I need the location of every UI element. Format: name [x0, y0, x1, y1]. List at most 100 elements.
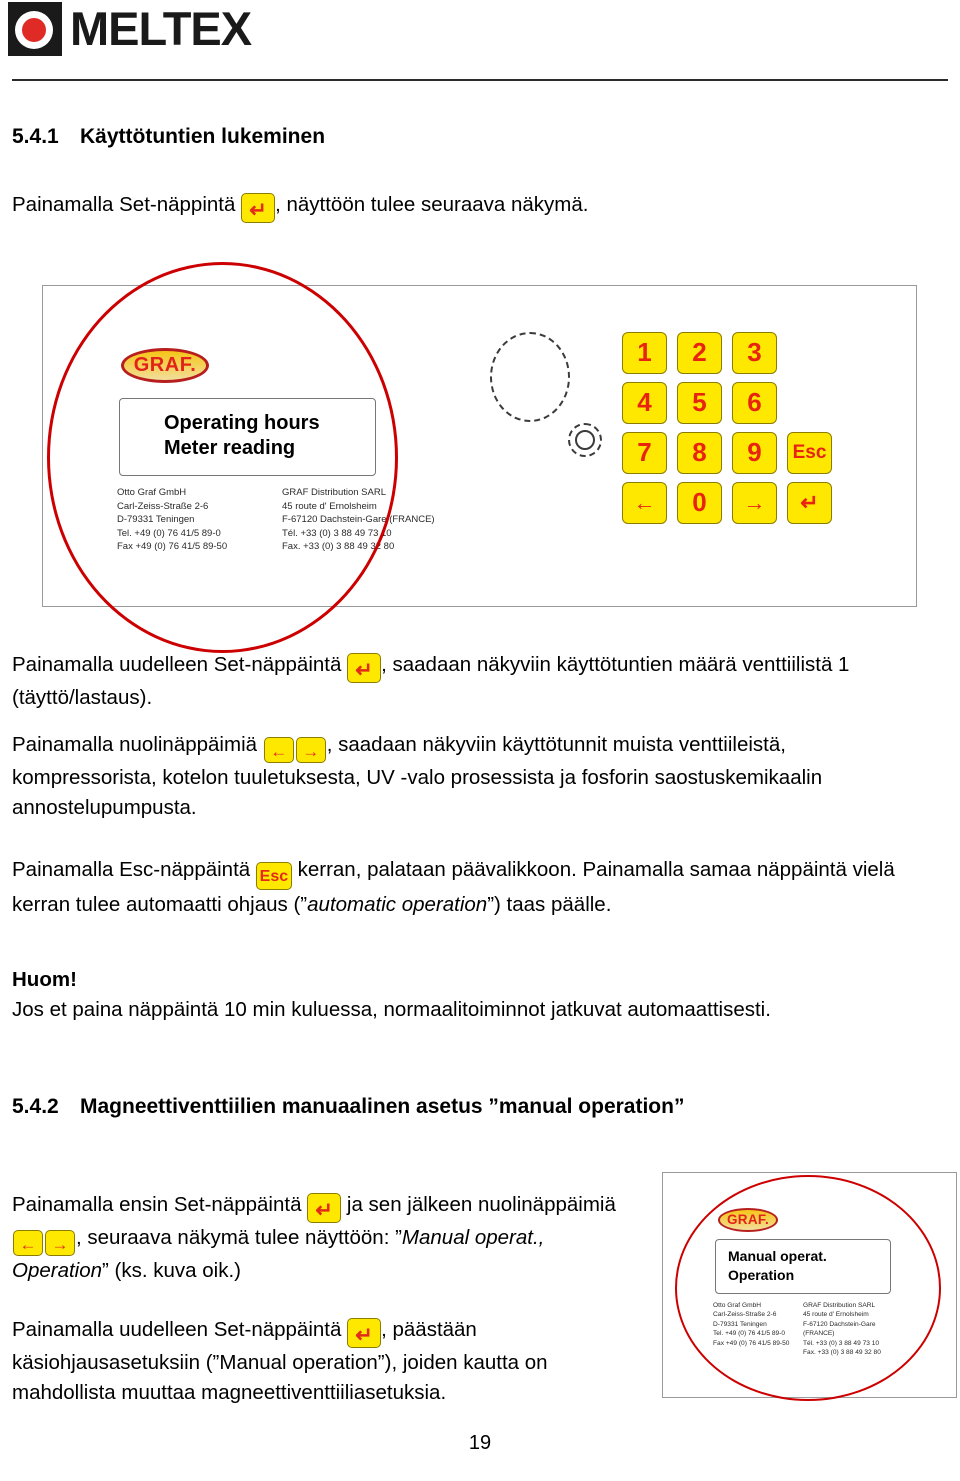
keypad-key-right-arrow[interactable]: →	[732, 482, 777, 524]
manual2-text-before: Painamalla uudelleen Set-näppäintä	[12, 1318, 342, 1341]
address-line: F-67120 Dachstein-Gare (FRANCE)	[282, 514, 435, 526]
keypad-key-7[interactable]: 7	[622, 432, 667, 474]
address-column-right-top: GRAF Distribution SARL 45 route d' Ernol…	[282, 486, 447, 554]
manual1-text-mid: ja sen jälkeen nuolinäppäimiä	[346, 1193, 616, 1216]
note-block: Huom! Jos et paina näppäintä 10 min kulu…	[12, 965, 912, 1025]
manual1-text-before: Painamalla ensin Set-näppäintä	[12, 1193, 302, 1216]
section-number-542: 5.4.2	[12, 1095, 59, 1118]
indicator-led-icon	[575, 430, 595, 450]
keypad-key-8[interactable]: 8	[677, 432, 722, 474]
address-line: Otto Graf GmbH	[713, 1302, 761, 1309]
address-column-left-top: Otto Graf GmbH Carl-Zeiss-Straße 2-6 D-7…	[117, 486, 282, 554]
paragraph-manual-step2: Painamalla uudelleen Set-näppäintä ↵, pä…	[12, 1315, 632, 1408]
display-line-1-bottom: Manual operat.	[728, 1248, 827, 1264]
intro-text-after: , näyttöön tulee seuraava näkymä.	[275, 193, 589, 216]
keypad-row: 7 8 9 Esc	[622, 432, 852, 474]
address-line: F-67120 Dachstein-Gare (FRANCE)	[803, 1320, 876, 1338]
address-line: Tel. +49 (0) 76 41/5 89-0	[117, 527, 221, 539]
address-line: D-79331 Teningen	[713, 1320, 767, 1328]
page-number: 19	[468, 1432, 492, 1454]
left-arrow-key-icon: ←	[263, 737, 294, 763]
brand-wordmark: MELTEX	[70, 2, 252, 55]
note-title: Huom!	[12, 968, 77, 991]
keypad-row: 1 2 3	[622, 332, 852, 374]
keypad-key-6[interactable]: 6	[732, 382, 777, 424]
device-display-bottom: Manual operat. Operation	[715, 1239, 891, 1294]
again-text-before: Painamalla uudelleen Set-näppäintä	[12, 653, 342, 676]
address-line: Tél. +33 (0) 3 88 49 73 10	[803, 1339, 880, 1347]
section-title-541: Käyttötuntien lukeminen	[80, 125, 326, 148]
address-line: 45 route d' Ernolsheim	[803, 1311, 869, 1319]
display-line-2-top: Meter reading	[164, 437, 296, 459]
address-line: D-79331 Teningen	[117, 514, 195, 526]
keypad-key-2[interactable]: 2	[677, 332, 722, 374]
set-key-icon: ↵	[347, 653, 382, 683]
paragraph-manual-step1: Painamalla ensin Set-näppäintä ↵ ja sen …	[12, 1190, 632, 1286]
esc-text-italic: automatic operation	[307, 893, 488, 916]
address-line: Carl-Zeiss-Straße 2-6	[117, 500, 209, 512]
arrows-text-before: Painamalla nuolinäppäimiä	[12, 733, 258, 756]
note-text: Jos et paina näppäintä 10 min kuluessa, …	[12, 998, 771, 1021]
graf-logo-icon-top: GRAF.	[121, 348, 209, 383]
keypad-key-9[interactable]: 9	[732, 432, 777, 474]
device-keypad: 1 2 3 4 5 6 7 8 9 Esc ← 0 → ↵	[622, 332, 852, 532]
meltex-logo: MELTEX	[8, 2, 252, 56]
address-line: GRAF Distribution SARL	[803, 1302, 876, 1309]
keypad-key-3[interactable]: 3	[732, 332, 777, 374]
right-arrow-key-icon: →	[45, 1230, 75, 1256]
address-column-right-bottom: GRAF Distribution SARL 45 route d' Ernol…	[803, 1301, 893, 1357]
section-title-542: Magneettiventtiilien manuaalinen asetus …	[80, 1095, 685, 1118]
esc-key-icon: Esc	[255, 862, 292, 890]
keypad-row: 4 5 6	[622, 382, 852, 424]
address-column-left-bottom: Otto Graf GmbH Carl-Zeiss-Straße 2-6 D-7…	[713, 1301, 803, 1357]
section-heading-541: 5.4.1 Käyttötuntien lukeminen	[12, 125, 912, 149]
keypad-key-left-arrow[interactable]: ←	[622, 482, 667, 524]
keypad-key-esc[interactable]: Esc	[787, 432, 832, 474]
logo-dot	[22, 18, 46, 42]
header-divider	[12, 79, 948, 81]
esc-text-after: ”) taas päälle.	[487, 893, 612, 916]
set-key-icon: ↵	[241, 193, 276, 223]
device-panel-figure-bottom: GRAF. Manual operat. Operation Otto Graf…	[662, 1172, 957, 1398]
paragraph-press-set-again: Painamalla uudelleen Set-näppäintä ↵, sa…	[12, 650, 912, 713]
device-address-block-top: Otto Graf GmbH Carl-Zeiss-Straße 2-6 D-7…	[117, 486, 447, 554]
keypad-key-4[interactable]: 4	[622, 382, 667, 424]
address-line: 45 route d' Ernolsheim	[282, 500, 377, 512]
address-line: Fax. +33 (0) 3 88 49 32 80	[282, 541, 395, 553]
manual1-quote-close: ”	[102, 1259, 109, 1282]
esc-text-before: Painamalla Esc-näppäintä	[12, 858, 251, 881]
address-line: Fax. +33 (0) 3 88 49 32 80	[803, 1349, 881, 1357]
address-line: Otto Graf GmbH	[117, 487, 187, 498]
device-address-block-bottom: Otto Graf GmbH Carl-Zeiss-Straße 2-6 D-7…	[713, 1301, 893, 1357]
set-key-icon: ↵	[307, 1193, 342, 1223]
set-key-icon: ↵	[347, 1318, 382, 1348]
manual1-quote-open: ”	[395, 1226, 402, 1249]
keypad-row: ← 0 → ↵	[622, 482, 852, 524]
paragraph-arrow-keys: Painamalla nuolinäppäimiä ← →, saadaan nä…	[12, 730, 912, 823]
address-line: Carl-Zeiss-Straße 2-6	[713, 1311, 777, 1319]
display-line-2-bottom: Operation	[728, 1267, 795, 1283]
manual1-text-after: , seuraava näkymä tulee näyttöön:	[76, 1226, 390, 1249]
paragraph-intro: Painamalla Set-näppintä ↵, näyttöön tule…	[12, 190, 912, 223]
address-line: GRAF Distribution SARL	[282, 487, 387, 498]
section-number-541: 5.4.1	[12, 125, 59, 148]
display-line-1-top: Operating hours	[164, 412, 320, 434]
dashed-circle-large-icon	[490, 332, 570, 422]
page-header: MELTEX	[0, 0, 960, 92]
keypad-key-enter[interactable]: ↵	[787, 482, 832, 524]
left-arrow-key-icon: ←	[13, 1230, 43, 1256]
keypad-key-1[interactable]: 1	[622, 332, 667, 374]
address-line: Tél. +33 (0) 3 88 49 73 10	[282, 527, 392, 539]
address-line: Fax +49 (0) 76 41/5 89-50	[117, 541, 228, 553]
device-display-top: Operating hours Meter reading	[119, 398, 376, 476]
intro-text-before: Painamalla Set-näppintä	[12, 193, 236, 216]
keypad-key-0[interactable]: 0	[677, 482, 722, 524]
graf-logo-icon-bottom: GRAF.	[718, 1208, 778, 1232]
section-heading-542: 5.4.2 Magneettiventtiilien manuaalinen as…	[12, 1095, 912, 1119]
meltex-logo-icon	[8, 2, 62, 56]
keypad-key-5[interactable]: 5	[677, 382, 722, 424]
manual1-text-tail: (ks. kuva oik.)	[108, 1259, 241, 1282]
paragraph-esc-key: Painamalla Esc-näppäintä Esc kerran, pal…	[12, 855, 912, 920]
address-line: Tel. +49 (0) 76 41/5 89-0	[713, 1330, 786, 1338]
right-arrow-key-icon: →	[295, 737, 326, 763]
